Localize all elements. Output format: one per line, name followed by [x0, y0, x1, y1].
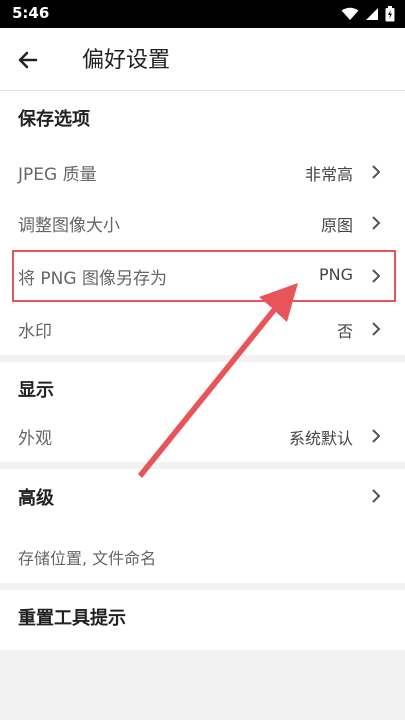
row-label: 外观	[18, 429, 52, 449]
section-title-display: 显示	[18, 380, 54, 401]
chevron-right-icon	[372, 322, 381, 336]
row-label: 调整图像大小	[18, 216, 120, 236]
save-png-as-row[interactable]: 将 PNG 图像另存为 PNG	[0, 250, 405, 302]
status-bar: 5:46	[0, 0, 405, 28]
battery-charging-icon	[385, 6, 395, 22]
row-value: 原图	[320, 216, 353, 235]
status-time: 5:46	[12, 4, 50, 22]
save-options-section: 保存选项 JPEG 质量 非常高 调整图像大小 原图 将 PNG 图像另存为 P…	[0, 91, 405, 355]
reset-tooltips-button: 重置工具提示	[18, 608, 126, 629]
signal-icon	[366, 8, 378, 20]
arrow-left-icon[interactable]	[14, 46, 42, 74]
chevron-right-icon	[372, 489, 381, 503]
section-title-save: 保存选项	[18, 109, 90, 130]
section-title-advanced: 高级	[18, 488, 54, 509]
advanced-section[interactable]: 高级 存储位置, 文件命名	[0, 469, 405, 583]
row-value: 否	[336, 322, 353, 341]
advanced-subtitle: 存储位置, 文件命名	[18, 549, 157, 568]
chevron-right-icon	[372, 429, 381, 443]
resize-image-row[interactable]: 调整图像大小 原图	[0, 197, 405, 249]
row-label: 水印	[18, 322, 52, 342]
chevron-right-icon	[372, 216, 381, 230]
wifi-icon	[341, 7, 359, 20]
app-bar: 偏好设置	[0, 28, 405, 91]
appearance-row[interactable]: 外观 系统默认	[0, 410, 405, 462]
jpeg-quality-row[interactable]: JPEG 质量 非常高	[0, 146, 405, 198]
row-label: 将 PNG 图像另存为	[18, 269, 167, 289]
display-section: 显示 外观 系统默认	[0, 362, 405, 462]
reset-tooltips-section[interactable]: 重置工具提示	[0, 590, 405, 650]
chevron-right-icon	[372, 165, 381, 179]
row-value: PNG	[318, 265, 353, 284]
row-value: 非常高	[304, 165, 353, 184]
watermark-row[interactable]: 水印 否	[0, 303, 405, 355]
row-value: 系统默认	[288, 429, 353, 448]
row-label: JPEG 质量	[18, 165, 97, 185]
chevron-right-icon	[372, 269, 381, 283]
page-title: 偏好设置	[82, 48, 171, 73]
